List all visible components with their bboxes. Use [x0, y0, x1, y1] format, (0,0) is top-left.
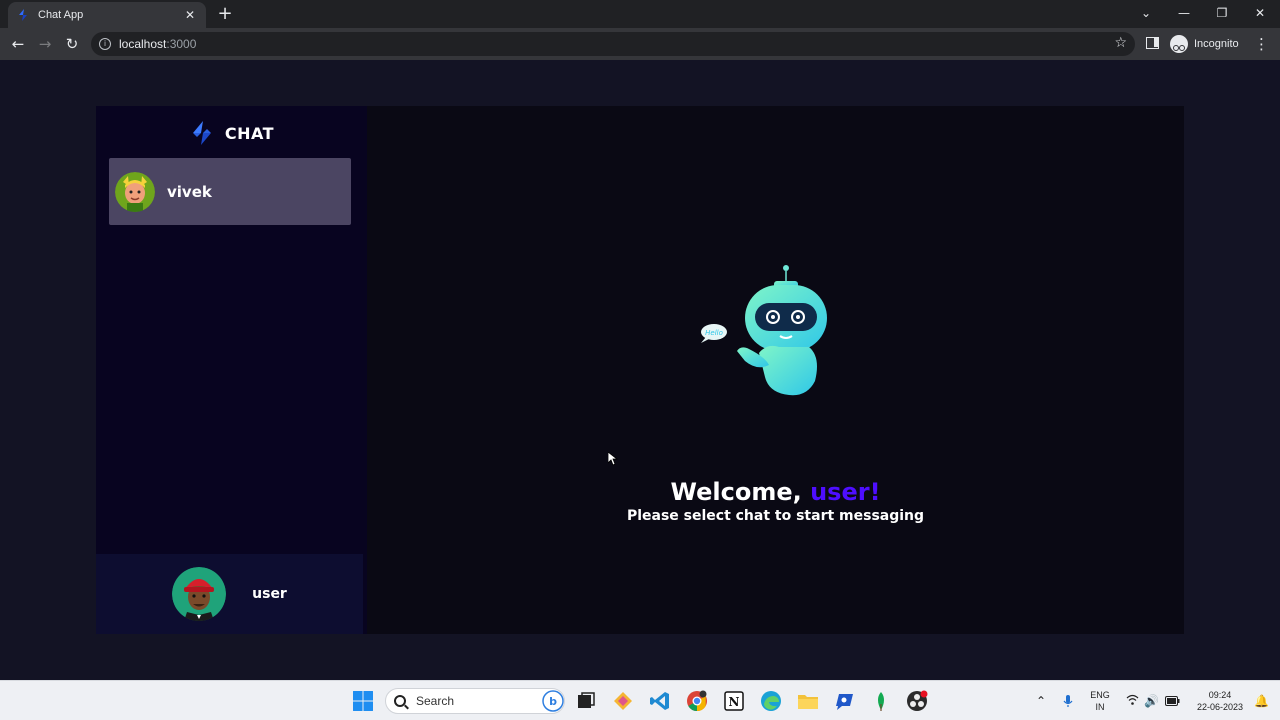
language-line1: ENG	[1090, 690, 1110, 700]
incognito-label: Incognito	[1194, 38, 1239, 50]
restore-icon[interactable]: ❐	[1210, 4, 1234, 22]
svg-text:b: b	[549, 695, 557, 708]
address-bar[interactable]: i localhost:3000 ☆	[91, 32, 1135, 56]
current-user-avatar	[172, 567, 227, 621]
welcome-panel: Hello Welcome, user! Please select chat …	[367, 106, 1184, 634]
contacts-sidebar: CHAT vivek user	[96, 106, 367, 634]
brand-header: CHAT	[96, 118, 367, 148]
side-panel-icon[interactable]	[1146, 37, 1159, 49]
incognito-indicator[interactable]: Incognito	[1170, 33, 1239, 55]
chevron-up-icon[interactable]: ⌃	[1036, 694, 1046, 708]
search-icon	[394, 695, 406, 707]
close-tab-icon[interactable]: ✕	[182, 8, 198, 22]
wifi-icon[interactable]	[1126, 694, 1139, 706]
chat-icon[interactable]	[834, 690, 856, 712]
url-port: :3000	[166, 37, 197, 51]
forward-icon[interactable]: →	[34, 33, 56, 55]
volume-icon[interactable]: 🔊	[1144, 694, 1159, 708]
welcome-heading: Welcome, user!	[367, 478, 1184, 506]
browser-tab[interactable]: Chat App ✕	[8, 2, 206, 28]
incognito-icon	[1170, 35, 1188, 53]
microphone-icon[interactable]	[1062, 694, 1074, 708]
browser-menu-icon[interactable]: ⋮	[1254, 33, 1269, 55]
welcome-subtitle: Please select chat to start messaging	[626, 508, 925, 524]
task-view-icon[interactable]	[575, 690, 597, 712]
site-info-icon[interactable]: i	[99, 38, 111, 50]
folder-icon[interactable]	[797, 690, 819, 712]
bing-icon[interactable]: b	[542, 690, 564, 712]
browser-toolbar: ← → ↻ i localhost:3000 ☆ Incognito ⋮	[0, 28, 1280, 60]
contact-avatar	[115, 171, 155, 212]
clock[interactable]: 09:24 22-06-2023	[1190, 689, 1250, 713]
welcome-greeting: Welcome,	[670, 478, 811, 506]
chat-logo-icon	[192, 121, 211, 145]
clock-date: 22-06-2023	[1196, 702, 1244, 712]
mongodb-icon[interactable]	[870, 690, 892, 712]
close-window-icon[interactable]: ✕	[1248, 4, 1272, 22]
battery-icon[interactable]	[1165, 696, 1180, 706]
current-user-panel: user	[96, 554, 363, 634]
mouse-cursor-icon	[608, 452, 618, 466]
robot-bubble-text: Hello	[705, 329, 723, 337]
chat-app: CHAT vivek user Hello Welcome, user! Ple…	[96, 106, 1184, 634]
url-host: localhost	[119, 37, 167, 51]
robot-illustration: Hello	[701, 265, 827, 396]
windows-start-icon[interactable]	[352, 690, 374, 712]
notion-icon[interactable]: N	[723, 690, 745, 712]
chat-logo-icon	[19, 9, 27, 21]
tab-search-icon[interactable]: ⌄	[1134, 4, 1158, 22]
new-tab-button[interactable]: +	[215, 4, 235, 24]
welcome-username: user!	[810, 478, 881, 506]
contact-item[interactable]: vivek	[109, 158, 351, 225]
notification-icon[interactable]: 🔔	[1254, 694, 1269, 708]
vscode-icon[interactable]	[649, 690, 671, 712]
obs-icon[interactable]	[906, 690, 928, 712]
edge-icon[interactable]	[760, 690, 782, 712]
language-line2: IN	[1095, 702, 1105, 712]
brand-title: CHAT	[224, 123, 275, 143]
bookmark-star-icon[interactable]: ☆	[1114, 35, 1127, 51]
minimize-icon[interactable]: —	[1172, 4, 1196, 22]
toolbox-icon[interactable]	[612, 690, 634, 712]
back-icon[interactable]: ←	[7, 33, 29, 55]
svg-text:N: N	[729, 695, 740, 709]
taskbar-search-label: Search	[416, 694, 455, 708]
contacts-list: vivek	[109, 158, 351, 225]
reload-icon[interactable]: ↻	[61, 33, 83, 55]
browser-tabbar: Chat App ✕ + ⌄ — ❐ ✕	[0, 0, 1280, 28]
contact-name: vivek	[167, 182, 212, 201]
chrome-icon[interactable]	[686, 690, 708, 712]
taskbar-search[interactable]: Search	[385, 688, 565, 714]
clock-time: 09:24	[1208, 690, 1232, 700]
os-taskbar: Search b N ⌃ ENG IN 🔊 09:24 22-06-2023 🔔	[0, 680, 1280, 720]
tab-title: Chat App	[38, 9, 84, 21]
current-user-name: user	[252, 586, 287, 602]
language-indicator[interactable]: ENG IN	[1088, 689, 1112, 713]
